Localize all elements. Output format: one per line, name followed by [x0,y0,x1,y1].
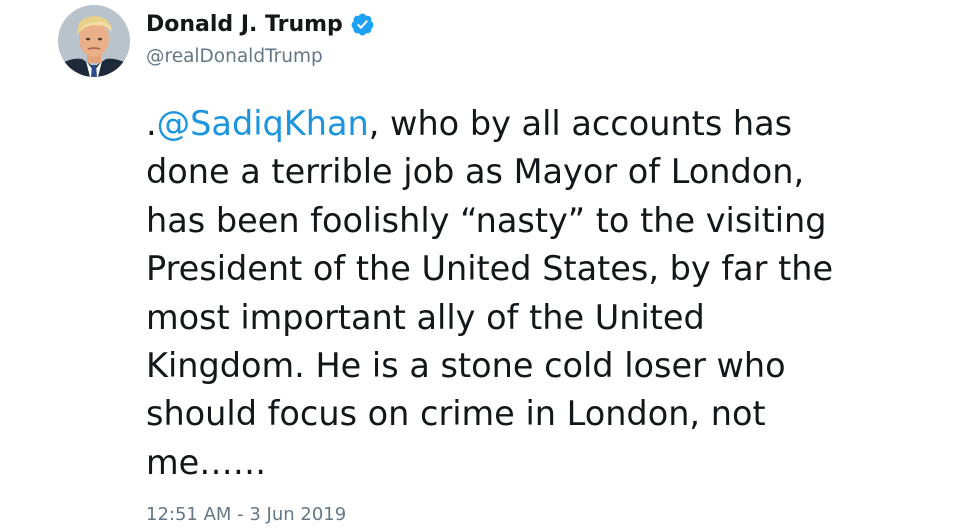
mention-link[interactable]: @SadiqKhan [157,104,369,143]
tweet-text-line-8: me…… [146,442,267,482]
profile-photo-icon [58,5,130,77]
tweet-text-line-6: Kingdom. He is a stone cold loser who [146,346,786,386]
tweet-text-line-5: most important ally of the United [146,297,705,337]
tweet-text-line-2: done a terrible job as Mayor of London, [146,152,805,192]
verified-badge-icon [350,12,375,37]
tweet-text-line-7: should focus on crime in London, not [146,394,766,434]
author-handle[interactable]: @realDonaldTrump [146,46,323,67]
tweet-text-prefix: . [146,104,157,143]
tweet-timestamp[interactable]: 12:51 AM - 3 Jun 2019 [146,504,346,525]
author-display-name[interactable]: Donald J. Trump [146,12,343,37]
tweet-text-line-3: has been foolishly “nasty” to the visiti… [146,200,827,240]
tweet-text-line-1-rest: , who by all accounts has [368,104,793,143]
tweet: Donald J. Trump @realDonaldTrump .@Sadiq… [0,0,958,528]
tweet-text: .@SadiqKhan, who by all accounts has don… [146,100,936,487]
tweet-text-line-1: .@SadiqKhan, who by all accounts has [146,100,936,148]
author-avatar[interactable] [58,5,130,77]
tweet-text-line-4: President of the United States, by far t… [146,249,834,289]
author-name-row: Donald J. Trump [146,8,375,40]
